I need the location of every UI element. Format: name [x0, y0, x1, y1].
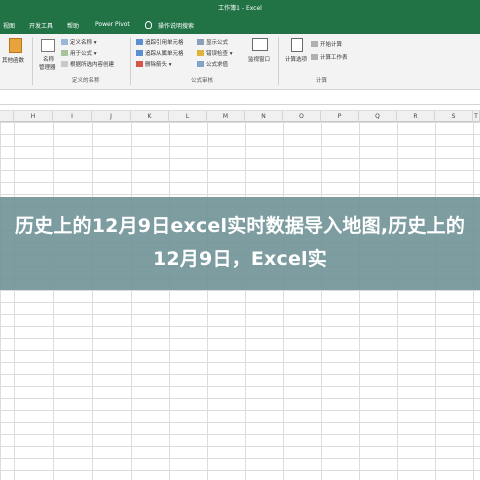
tell-me-search[interactable]: 操作说明搜索 [158, 21, 194, 30]
column-header[interactable]: L [169, 111, 207, 122]
use-in-formula-button[interactable]: 用于公式 ▾ [61, 49, 97, 57]
group-separator [278, 37, 279, 85]
error-checking-button[interactable]: 错误检查 ▾ [197, 49, 233, 57]
column-header[interactable]: T [473, 111, 480, 122]
show-formulas-icon [197, 39, 204, 45]
column-header[interactable]: M [207, 111, 245, 122]
cell-grid[interactable] [0, 122, 480, 480]
other-functions-button[interactable]: 其他函数 [2, 56, 24, 64]
evaluate-formula-button[interactable]: 公式求值 [197, 60, 228, 68]
remove-arrows-label: 删除箭头 [145, 62, 168, 68]
calculate-sheet-button[interactable]: 计算工作表 [311, 53, 348, 61]
grid-line [131, 122, 132, 480]
column-header[interactable]: S [435, 111, 473, 122]
name-manager-button-line1[interactable]: 名称 [43, 55, 54, 63]
evaluate-formula-icon [197, 61, 204, 67]
group-label-calculation: 计算 [316, 78, 328, 84]
group-separator [32, 37, 33, 85]
corner-header [0, 111, 14, 122]
name-manager-icon [41, 39, 55, 52]
calculate-now-button[interactable]: 开始计算 [311, 40, 342, 48]
column-header[interactable]: R [397, 111, 435, 122]
grid-line [207, 122, 208, 480]
headline-banner: 历史上的12月9日excel实时数据导入地图,历史上的12月9日，Excel实 [0, 197, 480, 290]
tab-help[interactable]: 帮助 [67, 21, 79, 30]
create-from-selection-button[interactable]: 根据所选内容创建 [61, 60, 114, 68]
ribbon-tabs: 视图 开发工具 帮助 Power Pivot 操作说明搜索 [0, 17, 480, 34]
trace-precedents-button[interactable]: 追踪引用单元格 [136, 38, 184, 46]
grid-line [14, 122, 15, 480]
column-header[interactable]: O [283, 111, 321, 122]
grid-line [473, 122, 474, 480]
tag-icon [61, 39, 68, 45]
show-formulas-label: 显示公式 [206, 40, 229, 46]
formula-bar[interactable] [0, 91, 480, 105]
column-header[interactable]: Q [359, 111, 397, 122]
grid-line [245, 122, 246, 480]
watch-window-button[interactable]: 监视窗口 [248, 55, 270, 63]
column-header[interactable]: J [92, 111, 131, 122]
calculate-now-icon [311, 41, 318, 47]
table-icon [61, 61, 68, 67]
calculate-now-label: 开始计算 [320, 42, 343, 48]
grid-line [435, 122, 436, 480]
trace-dependents-button[interactable]: 追踪从属单元格 [136, 49, 184, 57]
calculation-options-button[interactable]: 计算选项 [285, 55, 307, 63]
headline-text: 历史上的12月9日excel实时数据导入地图,历史上的12月9日，Excel实 [14, 215, 466, 270]
grid-line [169, 122, 170, 480]
tab-developer[interactable]: 开发工具 [29, 21, 53, 30]
title-bar: 工作簿1 - Excel [0, 0, 480, 17]
name-manager-button-line2[interactable]: 管理器 [39, 63, 56, 71]
trace-precedents-label: 追踪引用单元格 [145, 40, 184, 46]
watch-window-icon [252, 38, 268, 51]
group-label-defined-names: 定义的名称 [72, 78, 100, 84]
grid-line [92, 122, 93, 480]
column-header[interactable]: P [321, 111, 359, 122]
trace-dependents-icon [136, 50, 143, 56]
group-separator [130, 37, 131, 85]
evaluate-formula-label: 公式求值 [206, 62, 229, 68]
formula-icon [61, 50, 68, 56]
define-name-button[interactable]: 定义名称 ▾ [61, 38, 97, 46]
column-header[interactable]: K [131, 111, 169, 122]
tab-view[interactable]: 视图 [3, 21, 15, 30]
grid-line [321, 122, 322, 480]
trace-dependents-label: 追踪从属单元格 [145, 51, 184, 57]
group-label-formula-auditing: 公式审核 [191, 78, 214, 84]
column-header[interactable]: N [245, 111, 283, 122]
grid-line [53, 122, 54, 480]
show-formulas-button[interactable]: 显示公式 [197, 38, 228, 46]
tab-power-pivot[interactable]: Power Pivot [95, 21, 130, 28]
column-headers: H I J K L M N O P Q R S T [0, 110, 480, 122]
grid-line [397, 122, 398, 480]
grid-line [359, 122, 360, 480]
define-name-label: 定义名称 [70, 40, 93, 46]
function-library-icon [9, 38, 22, 53]
trace-precedents-icon [136, 39, 143, 45]
remove-arrows-icon [136, 61, 143, 67]
create-from-selection-label: 根据所选内容创建 [70, 62, 115, 68]
remove-arrows-button[interactable]: 删除箭头 ▾ [136, 60, 172, 68]
calculator-icon [291, 38, 303, 52]
lightbulb-icon [145, 21, 152, 29]
use-in-formula-label: 用于公式 [70, 51, 93, 57]
grid-line [283, 122, 284, 480]
error-checking-icon [197, 50, 204, 56]
calculate-sheet-label: 计算工作表 [320, 55, 348, 61]
calculate-sheet-icon [311, 54, 318, 60]
column-header[interactable]: H [14, 111, 53, 122]
column-header[interactable]: I [53, 111, 92, 122]
window-title: 工作簿1 - Excel [218, 5, 262, 12]
error-checking-label: 错误检查 [206, 51, 229, 57]
ribbon: 其他函数 名称 管理器 定义名称 ▾ 用于公式 ▾ 根据所选内容创建 定义的名称… [0, 34, 480, 90]
